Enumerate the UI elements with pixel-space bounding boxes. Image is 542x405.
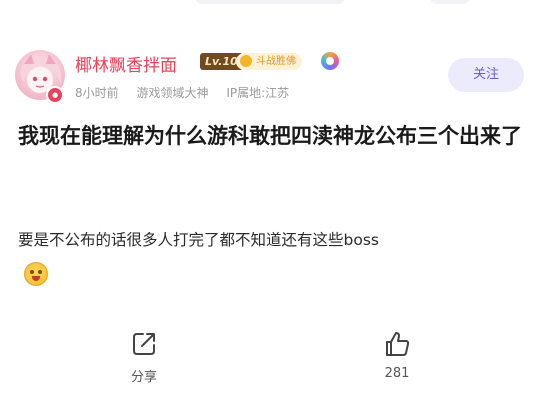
like-count: 281 <box>384 366 410 381</box>
like-button[interactable]: 281 <box>367 330 427 381</box>
post-body: 要是不公布的话很多人打完了都不知道还有这些boss <box>18 231 379 249</box>
share-label: 分享 <box>130 370 157 385</box>
top-bar-fragment-right <box>430 0 470 4</box>
medal-label: 斗战胜佛 <box>256 56 296 67</box>
medal-icon <box>240 55 252 67</box>
top-bar-fragment <box>195 0 345 4</box>
avatar-live-badge: ● <box>46 86 64 104</box>
post-title: 我现在能理解为什么游科敢把四渎神龙公布三个出来了 <box>18 124 522 148</box>
medal-badge: 斗战胜佛 <box>236 53 302 70</box>
share-button[interactable]: 分享 <box>114 330 174 385</box>
thumbs-up-icon <box>386 332 410 356</box>
post-meta: 8小时前 游戏领域大神 IP属地:江苏 <box>75 84 303 101</box>
ring-badge-icon <box>321 52 339 70</box>
share-icon <box>133 333 155 355</box>
post-time: 8小时前 <box>75 86 119 100</box>
follow-button[interactable]: 关注 <box>448 58 524 92</box>
ip-location: IP属地:江苏 <box>226 86 290 100</box>
author-name[interactable]: 椰林飘香拌面 <box>75 51 177 76</box>
author-title-badge: 游戏领域大神 <box>136 86 209 100</box>
surprised-emoji-icon <box>24 262 48 286</box>
